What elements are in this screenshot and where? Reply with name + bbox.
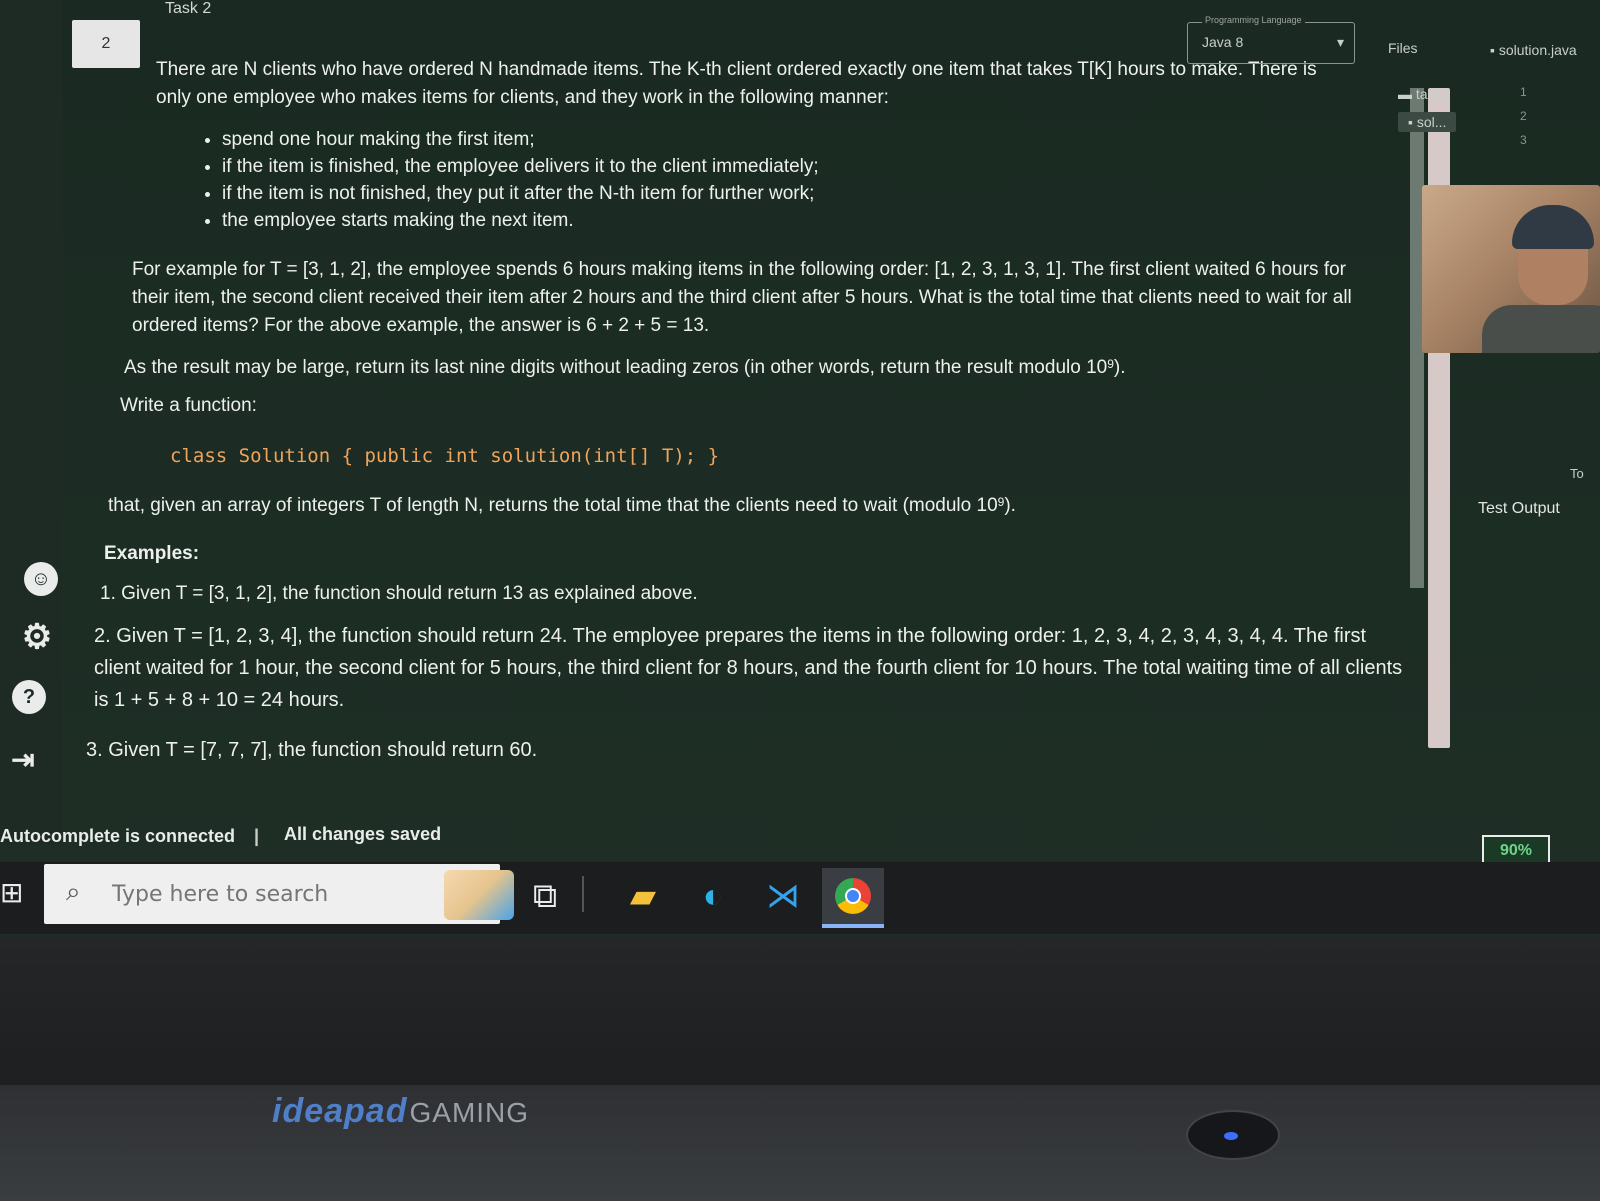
folder-icon: ▬ bbox=[1398, 86, 1416, 102]
taskbar-search-input[interactable] bbox=[110, 876, 414, 912]
file-explorer-icon[interactable]: ▰ bbox=[612, 868, 674, 924]
example-paragraph: For example for T = [3, 1, 2], the emplo… bbox=[132, 259, 1352, 336]
file-tab-solution[interactable]: ▪ solution.java bbox=[1490, 42, 1577, 58]
taskbar-divider bbox=[582, 876, 584, 912]
laptop-hinge bbox=[0, 1085, 1600, 1201]
screen: ☺ ⚙ ? ⇥ Task 2 2 There are N clients who… bbox=[0, 0, 1600, 945]
rule-item: if the item is finished, the employee de… bbox=[222, 153, 819, 180]
tree-file-solution[interactable]: ▪ sol... bbox=[1398, 112, 1457, 132]
tree-folder-task2[interactable]: ▬ task2 bbox=[1398, 86, 1449, 102]
test-output-tab[interactable]: Test Output bbox=[1478, 500, 1560, 518]
webcam-body bbox=[1482, 305, 1600, 353]
laptop-brand-logo: ideapadGAMING bbox=[272, 1092, 529, 1131]
line-number: 2 bbox=[1520, 109, 1527, 123]
accessibility-icon[interactable]: ☺ bbox=[24, 562, 58, 596]
language-caption: Programming Language bbox=[1202, 15, 1305, 25]
file-tab-label: solution.java bbox=[1498, 42, 1577, 58]
laptop-bezel bbox=[0, 935, 1600, 1085]
result-note-end: ). bbox=[1113, 357, 1126, 378]
status-bar: Autocomplete is connected | All changes … bbox=[0, 820, 1600, 856]
search-highlight-art bbox=[444, 870, 514, 920]
files-label[interactable]: Files bbox=[1388, 40, 1418, 56]
chrome-icon[interactable] bbox=[822, 868, 884, 928]
result-note: As the result may be large, return its l… bbox=[124, 354, 1354, 382]
webcam-preview bbox=[1422, 185, 1600, 353]
example-item: 3. Given T = [7, 7, 7], the function sho… bbox=[86, 739, 538, 761]
windows-taskbar: ⊞ ⌕ ⧉ ▰ ◐ ⋊ bbox=[0, 862, 1600, 934]
example-item: 2. Given T = [1, 2, 3, 4], the function … bbox=[94, 625, 1403, 711]
tree-folder-label: task2 bbox=[1415, 86, 1450, 102]
language-value: Java 8 bbox=[1202, 34, 1244, 50]
settings-gear-icon[interactable]: ⚙ bbox=[20, 618, 54, 656]
chrome-logo bbox=[835, 878, 871, 914]
taskbar-search[interactable]: ⌕ bbox=[44, 864, 514, 924]
vscode-icon[interactable]: ⋊ bbox=[752, 868, 814, 924]
brand-main: ideapad bbox=[272, 1092, 408, 1130]
line-number: 1 bbox=[1520, 85, 1527, 99]
task-view-icon[interactable]: ⧉ bbox=[514, 868, 576, 924]
windows-start-icon[interactable]: ⊞ bbox=[0, 876, 30, 912]
rule-item: if the item is not finished, they put it… bbox=[222, 180, 819, 207]
status-separator: | bbox=[254, 826, 260, 846]
file-icon: ▪ bbox=[1490, 42, 1499, 58]
problem-statement: There are N clients who have ordered N h… bbox=[86, 52, 1420, 792]
result-note-text: As the result may be large, return its l… bbox=[124, 357, 1108, 378]
left-rail: ☺ ⚙ ? ⇥ bbox=[0, 0, 62, 845]
save-status: All changes saved bbox=[284, 824, 442, 844]
problem-intro: There are N clients who have ordered N h… bbox=[156, 59, 1317, 108]
rule-item: the employee starts making the next item… bbox=[222, 207, 819, 234]
magnifier-icon: ⌕ bbox=[66, 876, 81, 906]
example-item: 1. Given T = [3, 1, 2], the function sho… bbox=[100, 583, 698, 604]
chevron-down-icon: ▾ bbox=[1336, 34, 1344, 50]
to-label: To bbox=[1570, 466, 1584, 481]
rule-item: spend one hour making the first item; bbox=[222, 126, 819, 153]
tree-file-label: sol... bbox=[1416, 114, 1447, 130]
language-select[interactable]: Programming Language Java 8 ▾ bbox=[1187, 15, 1355, 64]
examples-heading: Examples: bbox=[104, 543, 200, 564]
webcam-hat bbox=[1512, 205, 1594, 249]
exit-icon[interactable]: ⇥ bbox=[6, 742, 40, 776]
power-button bbox=[1186, 1110, 1280, 1160]
write-function-label: Write a function: bbox=[120, 395, 257, 416]
given-end: ). bbox=[1004, 495, 1016, 516]
brand-sub: GAMING bbox=[409, 1097, 530, 1128]
rules-list: spend one hour making the first item; if… bbox=[200, 126, 819, 234]
file-icon: ▪ bbox=[1408, 114, 1417, 130]
given-paragraph: that, given an array of integers T of le… bbox=[108, 492, 1338, 520]
editor-line-numbers: 1 2 3 bbox=[1520, 80, 1527, 152]
function-signature: class Solution { public int solution(int… bbox=[170, 445, 720, 467]
task-label: Task 2 bbox=[165, 0, 212, 17]
help-icon[interactable]: ? bbox=[12, 680, 46, 714]
given-text: that, given an array of integers T of le… bbox=[108, 495, 998, 516]
given-exponent: 9 bbox=[997, 495, 1005, 509]
autocomplete-status: Autocomplete is connected bbox=[0, 826, 236, 846]
edge-icon[interactable]: ◐ bbox=[682, 868, 744, 924]
result-note-exponent: 9 bbox=[1107, 357, 1114, 371]
line-number: 3 bbox=[1520, 133, 1527, 147]
